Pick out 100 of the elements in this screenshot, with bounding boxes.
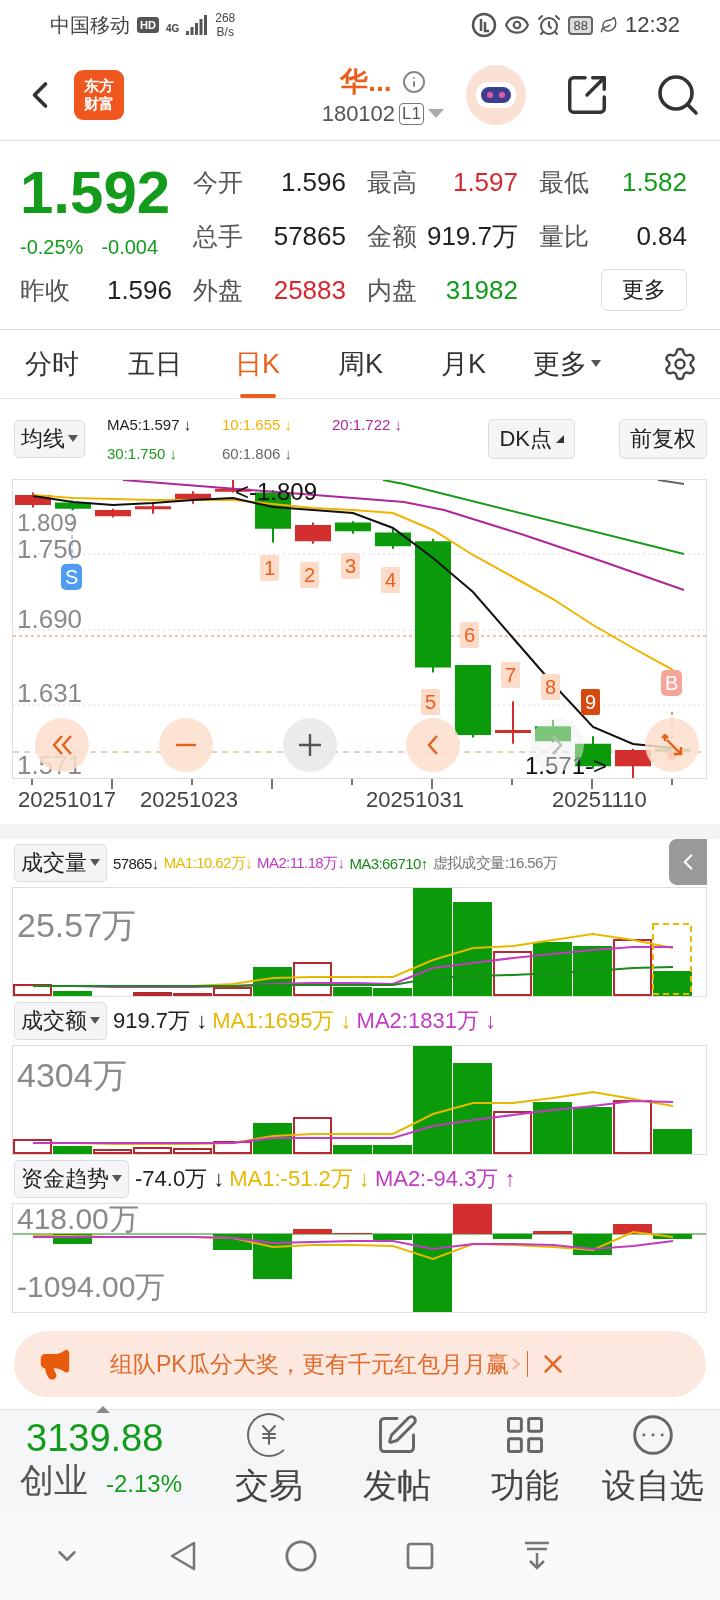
- caret-icon: [90, 859, 100, 867]
- chart-option-button[interactable]: DK点: [488, 419, 575, 459]
- speed-value: 268: [215, 11, 236, 25]
- more-button[interactable]: 更多: [601, 269, 687, 311]
- candle: [535, 719, 571, 744]
- signal-marker: 2: [300, 562, 320, 588]
- axis-label: 1.690: [17, 606, 83, 632]
- legend-value: 10:1.655 ↓: [222, 416, 294, 433]
- indicator-value: MA2:-94.3万 ↑: [374, 1165, 516, 1193]
- period-tab[interactable]: 月K: [412, 330, 515, 398]
- capital-flow-bar: [53, 1234, 92, 1244]
- fullscreen-button[interactable]: [645, 718, 699, 772]
- period-tab[interactable]: 分时: [0, 330, 103, 398]
- caret-icon: [590, 360, 601, 368]
- field-value: 57865: [273, 220, 346, 252]
- axis-label: 20251031: [366, 787, 464, 813]
- field-value: 31982: [445, 274, 518, 306]
- signal-marker: 1: [260, 555, 280, 581]
- candle: [55, 500, 91, 511]
- index-name: 创业: [20, 1460, 88, 1501]
- network-type: 4G: [165, 23, 180, 34]
- promo-text: 组队PK瓜分大奖，更有千元红包月月赢: [110, 1349, 509, 1379]
- logo-text: 东方: [84, 77, 114, 95]
- toolbar-action[interactable]: 功能: [461, 1413, 589, 1509]
- signal-marker: 5: [421, 689, 441, 715]
- signal-marker: 7: [501, 662, 521, 688]
- axis-label: 20251017: [18, 787, 116, 813]
- index-value: 3139.88: [26, 1418, 165, 1458]
- caret-icon: [112, 1175, 122, 1183]
- field-label: 最高: [367, 166, 417, 198]
- legend-value: 20:1.722 ↓: [332, 416, 404, 433]
- indicator-value: MA2:11.18万↓: [257, 853, 345, 873]
- hd-badge: HD: [137, 17, 159, 33]
- indicator-value: MA3:66710↑: [349, 854, 428, 872]
- indicator-dropdown[interactable]: 成交量: [14, 844, 107, 882]
- legend-value: 60:1.806 ↓: [222, 445, 294, 462]
- volume-bar: [573, 946, 612, 996]
- period-tab[interactable]: 五日: [103, 330, 206, 398]
- indicator-value: MA2:1831万 ↓: [356, 1007, 496, 1035]
- corner-caret-icon: [556, 435, 564, 443]
- zoom-in-button[interactable]: [283, 718, 337, 772]
- period-tab[interactable]: 周K: [309, 330, 412, 398]
- double-chevron-left-icon: [51, 734, 73, 756]
- speed-unit: B/s: [215, 25, 235, 39]
- signal-marker: 9: [581, 689, 601, 715]
- toolbar-action[interactable]: 发帖: [333, 1413, 461, 1509]
- leaf-icon: [599, 16, 618, 34]
- signal-marker: 8: [541, 674, 561, 700]
- indicator-value: -74.0万 ↓: [135, 1165, 225, 1193]
- signal-marker: S: [61, 564, 83, 590]
- caret-icon[interactable]: [428, 109, 444, 119]
- toolbar-action[interactable]: 设自选: [589, 1413, 717, 1509]
- candle: [335, 520, 371, 535]
- turnover-bar: [573, 1107, 612, 1154]
- signal-marker: 4: [381, 567, 401, 593]
- home-icon[interactable]: [284, 1539, 318, 1573]
- toolbar-action[interactable]: 交易: [205, 1413, 333, 1509]
- settings-icon[interactable]: [662, 346, 698, 382]
- plus-icon: [298, 733, 322, 757]
- field-label: 今开: [193, 166, 243, 198]
- stock-name: 华...: [340, 65, 392, 99]
- clock-time: 12:32: [624, 12, 680, 38]
- more-icon: [631, 1413, 675, 1457]
- period-tab[interactable]: 更多: [515, 330, 618, 398]
- indicator-dropdown[interactable]: 资金趋势: [14, 1160, 129, 1198]
- logo-text: 财富: [84, 95, 114, 113]
- indicator-value: 919.7万 ↓: [113, 1007, 208, 1035]
- field-value: 1.597: [452, 166, 518, 198]
- data-saver-icon: [471, 12, 498, 38]
- chevron-right-icon: [551, 734, 563, 756]
- candle: [495, 700, 531, 745]
- chart-option-button[interactable]: 前复权: [619, 419, 707, 459]
- alarm-icon: [537, 13, 562, 37]
- step-back-button[interactable]: [406, 718, 460, 772]
- collapse-tab[interactable]: [669, 839, 707, 885]
- recents-icon[interactable]: [404, 1540, 436, 1572]
- axis-label: 418.00万: [17, 1204, 139, 1234]
- turnover-bar: [533, 1102, 572, 1154]
- robot-avatar-icon[interactable]: [466, 65, 526, 125]
- virtual-volume-box: [652, 923, 692, 995]
- field-value: 919.7万: [426, 219, 518, 253]
- chevron-left-icon: [427, 734, 439, 756]
- field-label: 总手: [193, 220, 243, 252]
- change-amount: -0.004: [101, 235, 159, 259]
- field-label: 金额: [367, 220, 417, 252]
- axis-label: 4304万: [17, 1058, 127, 1092]
- axis-label: 1.750: [17, 536, 83, 562]
- indicator-dropdown[interactable]: 成交额: [14, 1002, 107, 1040]
- candle: [375, 527, 411, 550]
- change-percent: -0.25%: [20, 235, 84, 259]
- indicator-dropdown[interactable]: 均线: [14, 420, 85, 458]
- index-change: -2.13%: [106, 1470, 183, 1498]
- megaphone-icon: [38, 1347, 72, 1381]
- pull-down-icon[interactable]: [522, 1540, 552, 1572]
- expand-arrow-icon: [661, 734, 683, 756]
- volume-bar: [533, 942, 572, 996]
- info-icon[interactable]: [401, 70, 426, 94]
- minus-icon: [175, 743, 197, 747]
- index-ticker[interactable]: 3139.88 创业 -2.13%: [0, 1418, 205, 1504]
- candle: [295, 521, 331, 545]
